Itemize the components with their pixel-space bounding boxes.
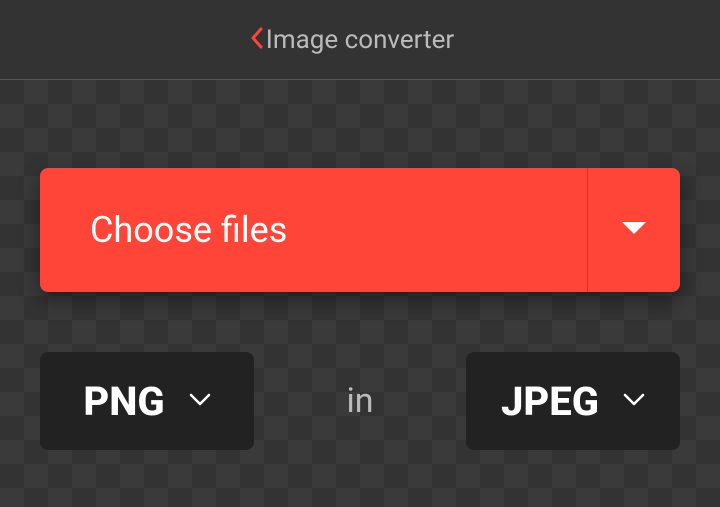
choose-files-button[interactable]: Choose files [40,168,588,292]
header: Image converter [0,0,720,80]
choose-files-label: Choose files [90,209,287,251]
content-area: Choose files PNG in JPEG [0,80,720,450]
source-format-button[interactable]: PNG [40,352,254,450]
chevron-down-icon [623,392,645,411]
back-button[interactable] [242,19,272,61]
source-format-label: PNG [83,378,164,425]
chevron-down-icon [189,392,211,411]
format-separator-label: in [346,381,373,421]
choose-files-dropdown-button[interactable] [588,168,680,292]
target-format-label: JPEG [501,378,599,425]
chevron-left-icon [250,27,264,53]
caret-down-icon [620,220,648,240]
format-row: PNG in JPEG [40,352,680,450]
target-format-button[interactable]: JPEG [466,352,680,450]
page-title: Image converter [266,25,454,55]
choose-files-container: Choose files [40,168,680,292]
